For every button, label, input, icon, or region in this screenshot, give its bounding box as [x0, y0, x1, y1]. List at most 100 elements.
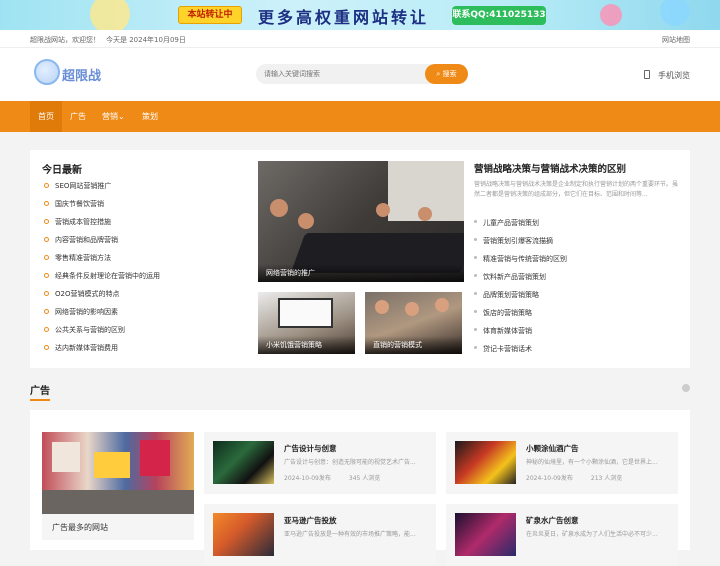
bullet-icon — [44, 291, 49, 296]
list-item-label: 营销策划引爆客流描摘 — [483, 237, 553, 245]
nav-item-marketing[interactable]: 营销⌄ — [94, 101, 133, 132]
banner-badge: 本站转让中 — [178, 6, 242, 24]
site-logo[interactable]: 超限战 — [34, 59, 124, 89]
sitemap-link[interactable]: 网站地图 — [662, 35, 690, 45]
list-item-label: 饮料新产品营销策划 — [483, 273, 546, 281]
photo-person — [298, 213, 314, 229]
list-item[interactable]: O2O营销模式的特点 — [44, 288, 160, 306]
ad-card-thumbnail — [213, 513, 274, 556]
list-item[interactable]: 饮料新产品营销策划 — [474, 271, 567, 289]
ad-card-thumbnail — [455, 441, 516, 484]
billboard-shape — [140, 440, 170, 476]
ad-card-desc: 广告设计与创意：创造无限可能的视觉艺术广告... — [284, 459, 416, 466]
featured-image-caption: 网络营销的推广 — [258, 264, 464, 282]
featured-image-small-2[interactable]: 直销的营销模式 — [365, 292, 462, 354]
ad-card-desc: 神秘的仙境里，有一个小颗涂仙酒，它是世界上... — [526, 459, 658, 466]
bullet-icon — [44, 273, 49, 278]
ad-card[interactable]: 矿泉水广告创意 在炎炎夏日，矿泉水成为了人们生活中必不可少... — [446, 504, 678, 566]
bullet-icon — [474, 346, 477, 349]
ads-section-header: 广告 — [30, 382, 690, 401]
featured-image-large[interactable]: 网络营销的推广 — [258, 161, 464, 282]
brain-logo-icon — [34, 59, 60, 85]
list-item[interactable]: 饭店的营销策略 — [474, 307, 567, 325]
list-item-label: 贷记卡营销话术 — [483, 345, 532, 353]
main-panel: 今日最新 SEO网站营销推广 国庆节餐饮营销 营销成本管控措施 内容营销和品牌营… — [30, 150, 690, 368]
ad-card-title: 小颗涂仙酒广告 — [526, 444, 579, 453]
ad-card-views: 345 人浏览 — [348, 475, 381, 482]
ad-card-desc: 在炎炎夏日，矿泉水成为了人们生活中必不可少... — [526, 531, 658, 538]
nav-item-planning[interactable]: 策划 — [134, 101, 166, 132]
photo-person — [405, 302, 419, 316]
date-text: 今天是 2024年10月09日 — [106, 36, 186, 44]
bullet-icon — [44, 219, 49, 224]
list-item[interactable]: 品牌策划营销策略 — [474, 289, 567, 307]
list-item[interactable]: 内容营销和品牌营销 — [44, 234, 160, 252]
ad-card-title: 矿泉水广告创意 — [526, 516, 579, 525]
top-banner-ad[interactable]: 本站转让中 更多高权重网站转让 联系QQ:411025133 — [0, 0, 720, 30]
featured-image-caption: 直销的营销模式 — [365, 336, 462, 354]
list-item[interactable]: 网络营销的影响因素 — [44, 306, 160, 324]
section-underline — [30, 399, 50, 401]
billboard-shape — [52, 442, 80, 472]
street-shape — [42, 490, 194, 514]
banner-decoration — [90, 0, 130, 30]
list-item[interactable]: 精准营销与传统营销的区别 — [474, 253, 567, 271]
list-item-label: 公共关系与营销的区别 — [55, 326, 125, 334]
ad-card-title: 广告设计与创意 — [284, 444, 337, 453]
ad-feature-label: 广告最多的网站 — [52, 523, 108, 532]
list-item[interactable]: 营销策划引爆客流描摘 — [474, 235, 567, 253]
search-button-label: 搜索 — [442, 70, 457, 78]
latest-list: SEO网站营销推广 国庆节餐饮营销 营销成本管控措施 内容营销和品牌营销 零售精… — [44, 180, 160, 360]
list-item-label: 零售精准营销方法 — [55, 254, 111, 262]
ad-feature-image — [42, 432, 194, 514]
list-item-label: 内容营销和品牌营销 — [55, 236, 118, 244]
latest-title: 今日最新 — [42, 165, 82, 176]
ad-card-meta: 2024-10-09发布 345 人浏览 — [284, 473, 398, 482]
bullet-icon — [474, 292, 477, 295]
list-item[interactable]: 儿童产品营销策划 — [474, 217, 567, 235]
phone-icon — [644, 70, 650, 79]
photo-screen — [278, 298, 333, 328]
list-item[interactable]: SEO网站营销推广 — [44, 180, 160, 198]
more-icon[interactable] — [682, 384, 690, 392]
list-item-label: SEO网站营销推广 — [55, 182, 112, 190]
article-title[interactable]: 营销战略决策与营销战术决策的区别 — [474, 161, 626, 175]
nav-item-home[interactable]: 首页 — [30, 101, 62, 132]
bullet-icon — [474, 328, 477, 331]
banner-slogan: 更多高权重网站转让 — [258, 8, 430, 27]
list-item[interactable]: 国庆节餐饮营销 — [44, 198, 160, 216]
bullet-icon — [44, 345, 49, 350]
ad-card[interactable]: 广告设计与创意 广告设计与创意：创造无限可能的视觉艺术广告... 2024-10… — [204, 432, 436, 494]
bullet-icon — [44, 201, 49, 206]
list-item-label: 体育新媒体营销 — [483, 327, 532, 335]
ad-feature-card[interactable]: 广告最多的网站 — [42, 432, 194, 540]
photo-person — [435, 298, 449, 312]
bullet-icon — [474, 238, 477, 241]
search-input[interactable] — [264, 67, 424, 81]
section-title: 广告 — [30, 386, 50, 397]
bullet-icon — [44, 237, 49, 242]
list-item-label: O2O营销模式的特点 — [55, 290, 120, 298]
search-button[interactable]: ⌕ 搜索 — [425, 64, 468, 84]
list-item[interactable]: 营销成本管控措施 — [44, 216, 160, 234]
list-item[interactable]: 零售精准营销方法 — [44, 252, 160, 270]
ad-card-views: 213 人浏览 — [590, 475, 623, 482]
list-item-label: 达内新媒体营销费用 — [55, 344, 118, 352]
mobile-label: 手机浏览 — [658, 71, 690, 80]
list-item[interactable]: 贷记卡营销话术 — [474, 343, 567, 361]
main-nav: 首页 广告 营销⌄ 策划 — [0, 101, 720, 132]
featured-image-small-1[interactable]: 小米饥饿营销策略 — [258, 292, 355, 354]
list-item[interactable]: 经典条件反射理论在营销中的运用 — [44, 270, 160, 288]
article-summary: 营销战略决策与营销战术决策是企业制定和执行营销计划的两个重要环节。虽然二者都是营… — [474, 181, 679, 198]
list-item[interactable]: 公共关系与营销的区别 — [44, 324, 160, 342]
ad-card-desc: 亚马逊广告投放是一种有效的市场推广策略，能... — [284, 531, 416, 538]
bullet-icon — [44, 309, 49, 314]
list-item[interactable]: 体育新媒体营销 — [474, 325, 567, 343]
photo-person — [375, 300, 389, 314]
list-item[interactable]: 达内新媒体营销费用 — [44, 342, 160, 360]
nav-item-ads[interactable]: 广告 — [62, 101, 94, 132]
ad-card[interactable]: 小颗涂仙酒广告 神秘的仙境里，有一个小颗涂仙酒，它是世界上... 2024-10… — [446, 432, 678, 494]
ad-card[interactable]: 亚马逊广告投放 亚马逊广告投放是一种有效的市场推广策略，能... — [204, 504, 436, 566]
bullet-icon — [474, 274, 477, 277]
mobile-view-link[interactable]: 手机浏览 — [644, 70, 690, 81]
